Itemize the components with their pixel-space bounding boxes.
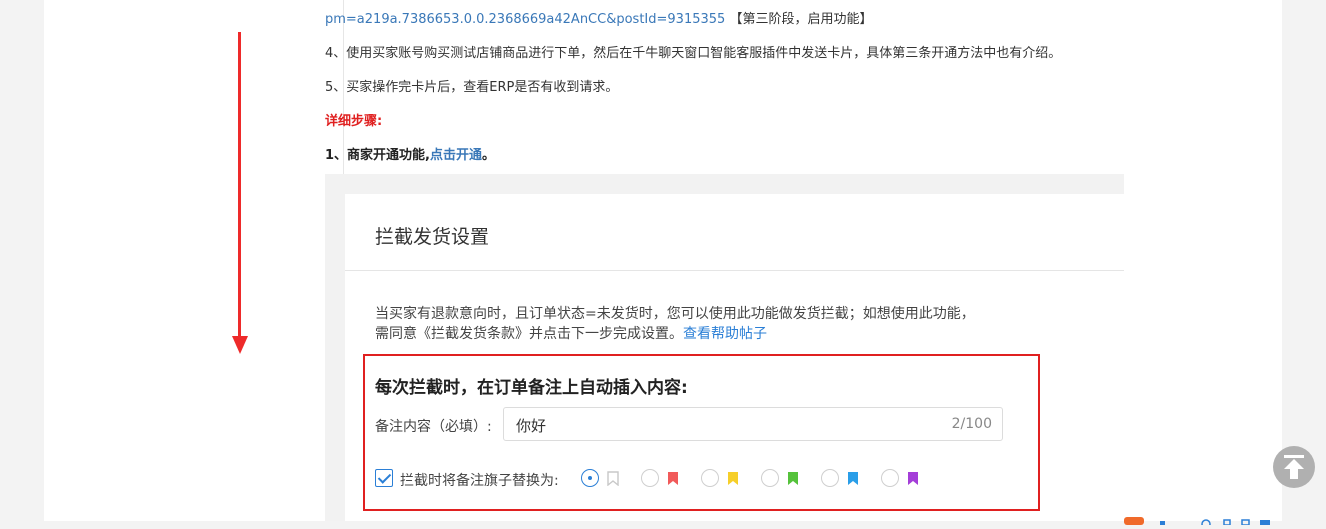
annotation-arrow-down-icon [232, 336, 248, 354]
url-line: pm=a219a.7386653.0.0.2368669a42AnCC&post… [325, 8, 872, 27]
flag-radio-blue[interactable] [821, 469, 839, 487]
flag-radio-green[interactable] [761, 469, 779, 487]
screenshot-embed: 拦截发货设置 当买家有退款意向时，且订单状态=未发货时，您可以使用此功能做发货拦… [325, 174, 1124, 521]
green-flag-icon [788, 472, 798, 485]
panel-desc-line2: 需同意《拦截发货条款》并点击下一步完成设置。查看帮助帖子 [375, 323, 767, 343]
flag-option-green[interactable] [761, 469, 811, 489]
panel-divider [345, 270, 1124, 271]
auto-insert-title: 每次拦截时，在订单备注上自动插入内容: [375, 378, 688, 398]
back-to-top-button[interactable] [1273, 446, 1315, 488]
step5-text: 5、买家操作完卡片后，查看ERP是否有收到请求。 [325, 80, 619, 95]
detail-heading: 详细步骤: [325, 114, 383, 129]
note-content-label: 备注内容（必填）: [375, 419, 492, 435]
help-post-link[interactable]: 查看帮助帖子 [683, 326, 767, 342]
annotation-arrow-shaft [238, 32, 241, 340]
flag-radio-yellow[interactable] [701, 469, 719, 487]
flag-option-yellow[interactable] [701, 469, 751, 489]
post-url-link[interactable]: pm=a219a.7386653.0.0.2368669a42AnCC&post… [325, 12, 725, 27]
yellow-flag-icon [728, 472, 738, 485]
replace-flag-checkbox[interactable] [375, 469, 393, 487]
note-content-input[interactable]: 你好 2/100 [503, 407, 1003, 441]
replace-flag-label: 拦截时将备注旗子替换为: [400, 473, 559, 489]
char-counter: 2/100 [951, 416, 992, 432]
flag-radio-purple[interactable] [881, 469, 899, 487]
step4-text: 4、使用买家账号购买测试店铺商品进行下单，然后在千牛聊天窗口智能客服插件中发送卡… [325, 46, 1062, 61]
blue-flag-icon [848, 472, 858, 485]
annotation-highlight-box: 每次拦截时，在订单备注上自动插入内容: 备注内容（必填）: 你好 2/100 拦… [363, 354, 1040, 511]
purple-flag-icon [908, 472, 918, 485]
panel-title: 拦截发货设置 [375, 226, 490, 248]
step1-suffix: 。 [482, 148, 496, 163]
flag-option-red[interactable] [641, 469, 691, 489]
flag-radio-none[interactable] [581, 469, 599, 487]
flag-option-purple[interactable] [881, 469, 931, 489]
left-sidebar [44, 0, 344, 521]
red-flag-icon [668, 472, 678, 485]
flag-outline-icon [607, 471, 619, 486]
panel-desc-text: 需同意《拦截发货条款》并点击下一步完成设置。 [375, 326, 683, 342]
step1-line: 1、商家开通功能,点击开通。 [325, 144, 495, 163]
enable-link[interactable]: 点击开通 [430, 148, 482, 163]
intercept-settings-panel: 拦截发货设置 当买家有退款意向时，且订单状态=未发货时，您可以使用此功能做发货拦… [345, 194, 1124, 521]
step1-prefix: 1、商家开通功能, [325, 148, 430, 163]
toolbar-icons [1124, 517, 1270, 529]
stage-label: 【第三阶段，启用功能】 [729, 12, 873, 27]
arrow-up-icon [1284, 455, 1304, 479]
flag-option-none[interactable] [581, 469, 631, 489]
panel-desc-line1: 当买家有退款意向时，且订单状态=未发货时，您可以使用此功能做发货拦截；如想使用此… [375, 306, 975, 322]
floating-toolbar-edge[interactable] [1124, 510, 1274, 529]
flag-option-blue[interactable] [821, 469, 871, 489]
flag-radio-red[interactable] [641, 469, 659, 487]
note-content-value: 你好 [516, 417, 547, 435]
